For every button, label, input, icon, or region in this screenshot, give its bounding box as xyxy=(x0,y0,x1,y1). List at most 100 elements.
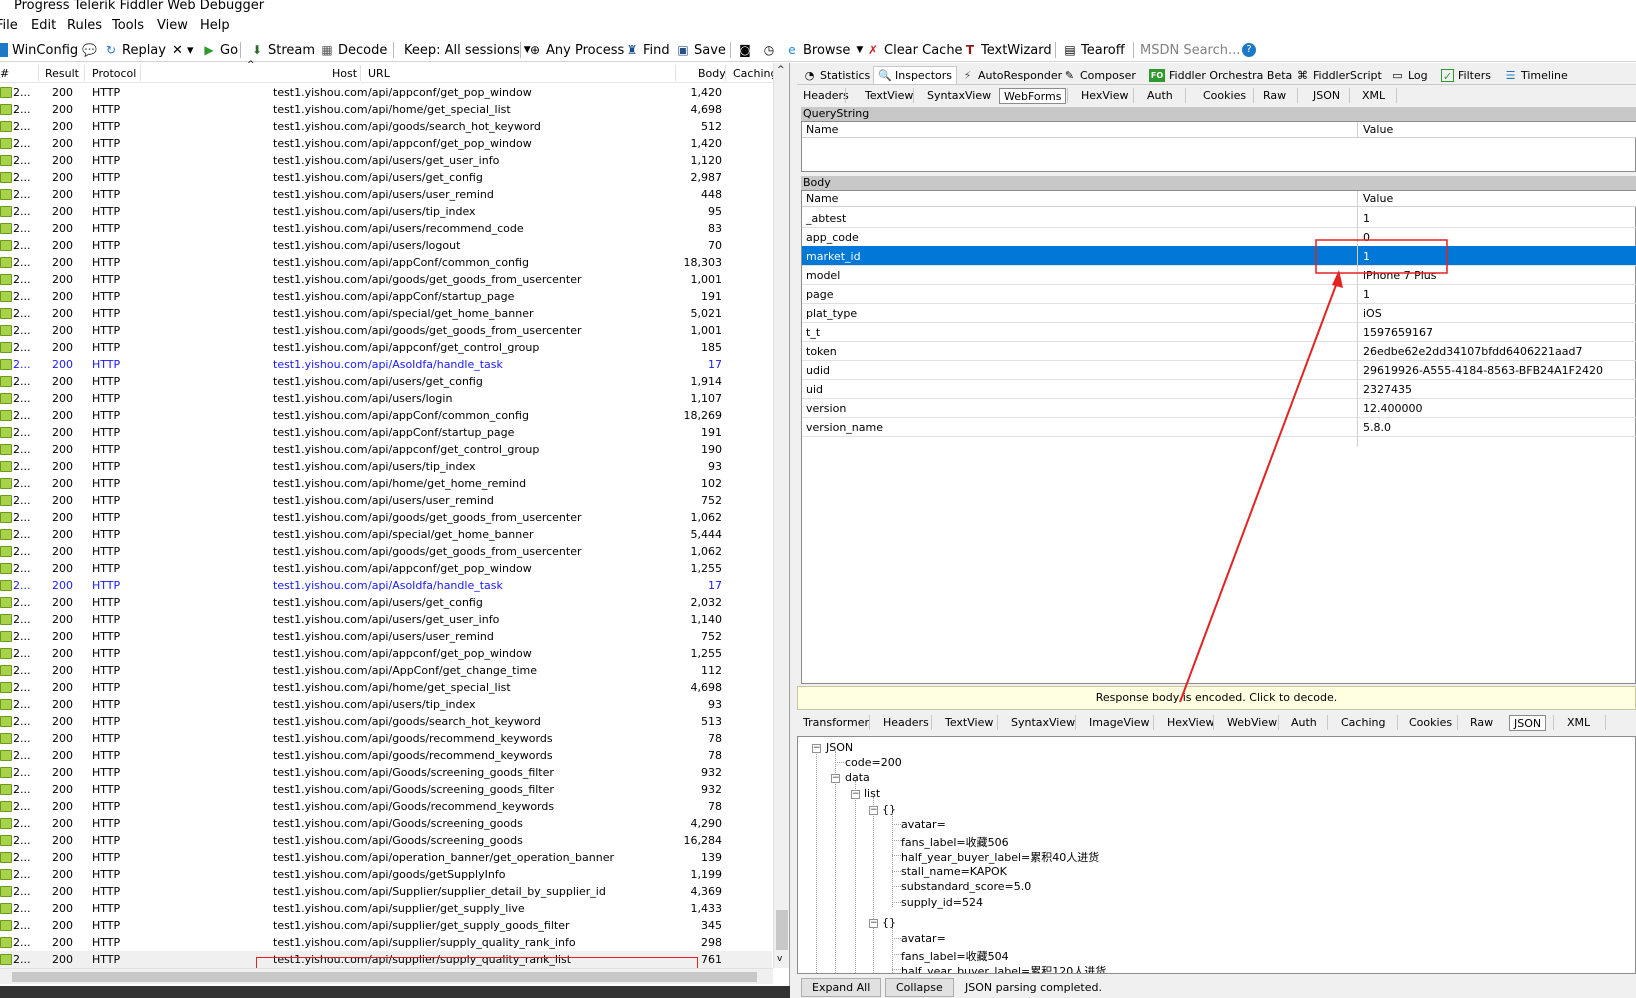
col-host[interactable]: Host xyxy=(332,67,357,80)
tab-inspectors[interactable]: 🔍 Inspectors xyxy=(873,66,958,84)
form-field-row[interactable]: _abtest 1 xyxy=(802,208,1636,228)
session-row[interactable]: 2... 200 HTTP test1.yishou.com/api/goods/re… xyxy=(0,747,772,764)
form-field-row[interactable]: plat_type iOS xyxy=(802,303,1636,323)
session-row[interactable]: 2... 200 HTTP test1.yishou.com/api/goods/ge… xyxy=(0,866,772,883)
sessions-hscrollbar[interactable] xyxy=(0,968,773,984)
req-tab-syntaxview[interactable]: SyntaxView xyxy=(923,88,995,104)
tab-autoresponder[interactable]: ⚡ AutoResponder xyxy=(957,66,1066,84)
session-row[interactable]: 2... 200 HTTP test1.yishou.com/api/special/… xyxy=(0,526,772,543)
tab-statistics[interactable]: ◔ Statistics xyxy=(799,66,874,84)
decode-notice[interactable]: Response body is encoded. Click to decod… xyxy=(797,686,1636,710)
session-row[interactable]: 2... 200 HTTP test1.yishou.com/api/supplier… xyxy=(0,900,772,917)
req-tab-webforms[interactable]: WebForms xyxy=(999,88,1067,104)
session-row[interactable]: 2... 200 HTTP test1.yishou.com/api/goods/se… xyxy=(0,713,772,730)
tree-node-root[interactable]: JSON xyxy=(826,741,853,754)
session-row[interactable]: 2... 200 HTTP test1.yishou.com/api/users/ge… xyxy=(0,373,772,390)
tree-leaf[interactable]: half_year_buyer_label=累积120人进货 xyxy=(901,963,1106,973)
collapse-toggle-icon[interactable]: − xyxy=(831,774,840,783)
resp-tab-imageview[interactable]: ImageView xyxy=(1085,715,1154,731)
resp-tab-syntaxview[interactable]: SyntaxView xyxy=(1007,715,1079,731)
req-tab-xml[interactable]: XML xyxy=(1358,88,1389,104)
pane-splitter[interactable] xyxy=(790,63,797,998)
tab-composer[interactable]: ✎ Composer xyxy=(1059,66,1140,84)
session-row[interactable]: 2... 200 HTTP test1.yishou.com/api/AsoIdfa/… xyxy=(0,356,772,373)
tree-leaf[interactable]: fans_label=收藏506 xyxy=(901,834,1009,850)
form-field-row[interactable]: version_name 5.8.0 xyxy=(802,417,1636,437)
form-field-row[interactable]: page 1 xyxy=(802,284,1636,304)
scroll-thumb[interactable] xyxy=(776,910,788,950)
stream-button[interactable]: ⬇ Stream xyxy=(250,41,315,59)
go-button[interactable]: ▶ Go xyxy=(202,41,238,59)
session-row[interactable]: 2... 200 HTTP test1.yishou.com/api/users/ge… xyxy=(0,169,772,186)
qs-col-value[interactable]: Value xyxy=(1363,123,1393,136)
menu-rules[interactable]: Rules xyxy=(67,18,102,33)
col-caching[interactable]: Caching xyxy=(733,67,777,80)
session-row[interactable]: 2... 200 HTTP test1.yishou.com/api/Goods/sc… xyxy=(0,815,772,832)
session-row[interactable]: 2... 200 HTTP test1.yishou.com/api/special/… xyxy=(0,305,772,322)
resp-tab-auth[interactable]: Auth xyxy=(1287,715,1321,731)
col-num[interactable]: # xyxy=(0,67,9,80)
tree-node-object[interactable]: {} xyxy=(882,916,896,929)
browse-button[interactable]: e Browse ▼ xyxy=(785,41,863,59)
hscroll-thumb[interactable] xyxy=(12,972,757,982)
find-button[interactable]: ♜ Find xyxy=(625,41,670,59)
col-result[interactable]: Result xyxy=(45,67,79,80)
session-row[interactable]: 2... 200 HTTP test1.yishou.com/api/home/get… xyxy=(0,475,772,492)
session-row[interactable]: 2... 200 HTTP test1.yishou.com/api/goods/ge… xyxy=(0,509,772,526)
session-row[interactable]: 2... 200 HTTP test1.yishou.com/api/goods/re… xyxy=(0,730,772,747)
form-field-row[interactable]: version 12.400000 xyxy=(802,398,1636,418)
session-row[interactable]: 2... 200 HTTP test1.yishou.com/api/users/ti… xyxy=(0,458,772,475)
session-row[interactable]: 2... 200 HTTP test1.yishou.com/api/users/ti… xyxy=(0,203,772,220)
tree-leaf[interactable]: stall_name=KAPOK xyxy=(901,865,1007,878)
tab-filters[interactable]: ✓ Filters xyxy=(1437,66,1495,84)
req-tab-json[interactable]: JSON xyxy=(1309,88,1344,104)
form-field-row[interactable]: uid 2327435 xyxy=(802,379,1636,399)
replay-button[interactable]: ↻ Replay xyxy=(104,41,166,59)
session-row[interactable]: 2... 200 HTTP test1.yishou.com/api/users/us… xyxy=(0,492,772,509)
session-row[interactable]: 2... 200 HTTP test1.yishou.com/api/appconf/… xyxy=(0,339,772,356)
session-row[interactable]: 2... 200 HTTP test1.yishou.com/api/appConf/… xyxy=(0,254,772,271)
req-tab-textview[interactable]: TextView xyxy=(861,88,917,104)
col-body[interactable]: Body xyxy=(698,67,726,80)
session-row[interactable]: 2... 200 HTTP test1.yishou.com/api/Goods/sc… xyxy=(0,781,772,798)
menu-tools[interactable]: Tools xyxy=(112,18,144,33)
session-row[interactable]: 2... 200 HTTP test1.yishou.com/api/users/re… xyxy=(0,220,772,237)
session-row[interactable]: 2... 200 HTTP test1.yishou.com/api/appconf/… xyxy=(0,135,772,152)
session-row[interactable]: 2... 200 HTTP test1.yishou.com/api/users/ge… xyxy=(0,594,772,611)
session-row[interactable]: 2... 200 HTTP test1.yishou.com/api/appConf/… xyxy=(0,424,772,441)
session-row[interactable]: 2... 200 HTTP test1.yishou.com/api/supplier… xyxy=(0,934,772,951)
scroll-up-icon[interactable]: ^ xyxy=(777,65,785,75)
session-row[interactable]: 2... 200 HTTP test1.yishou.com/api/goods/ge… xyxy=(0,271,772,288)
resp-tab-caching[interactable]: Caching xyxy=(1337,715,1389,731)
session-row[interactable]: 2... 200 HTTP test1.yishou.com/api/goods/se… xyxy=(0,118,772,135)
any-process-button[interactable]: ⊕ Any Process xyxy=(528,41,624,59)
save-button[interactable]: ▣ Save xyxy=(676,41,726,59)
form-field-row[interactable]: token 26edbe62e2dd34107bfdd6406221aad7 xyxy=(802,341,1636,361)
comment-button[interactable]: 💬 xyxy=(82,41,100,59)
session-row[interactable]: 2... 200 HTTP test1.yishou.com/api/AsoIdfa/… xyxy=(0,577,772,594)
resp-tab-textview[interactable]: TextView xyxy=(941,715,997,731)
session-row[interactable]: 2... 200 HTTP test1.yishou.com/api/supplier… xyxy=(0,917,772,934)
timer-button[interactable]: ◷ xyxy=(762,41,780,59)
req-tab-cookies[interactable]: Cookies xyxy=(1199,88,1250,104)
req-tab-auth[interactable]: Auth xyxy=(1143,88,1177,104)
resp-tab-webview[interactable]: WebView xyxy=(1223,715,1281,731)
collapse-button[interactable]: Collapse xyxy=(885,978,954,997)
tab-orchestra[interactable]: FO Fiddler Orchestra Beta xyxy=(1145,66,1296,84)
session-row[interactable]: 2... 200 HTTP test1.yishou.com/api/users/ti… xyxy=(0,696,772,713)
body-col-value[interactable]: Value xyxy=(1363,192,1393,205)
col-protocol[interactable]: Protocol xyxy=(92,67,136,80)
session-row[interactable]: 2... 200 HTTP test1.yishou.com/api/operatio… xyxy=(0,849,772,866)
tree-leaf[interactable]: fans_label=收藏504 xyxy=(901,948,1009,964)
session-row[interactable]: 2... 200 HTTP test1.yishou.com/api/goods/ge… xyxy=(0,543,772,560)
menu-file[interactable]: File xyxy=(0,18,18,33)
req-tab-hexview[interactable]: HexView xyxy=(1077,88,1132,104)
session-row[interactable]: 2... 200 HTTP test1.yishou.com/api/appconf/… xyxy=(0,645,772,662)
msdn-search-input[interactable]: MSDN Search... xyxy=(1140,41,1240,59)
screenshot-button[interactable]: ◙ xyxy=(738,41,756,59)
session-row[interactable]: 2... 200 HTTP test1.yishou.com/api/users/lo… xyxy=(0,237,772,254)
resp-tab-headers[interactable]: Headers xyxy=(879,715,933,731)
req-tab-raw[interactable]: Raw xyxy=(1259,88,1290,104)
sessions-vscrollbar[interactable]: ^ v xyxy=(773,63,789,968)
session-row[interactable]: 2... 200 HTTP test1.yishou.com/api/home/get… xyxy=(0,679,772,696)
